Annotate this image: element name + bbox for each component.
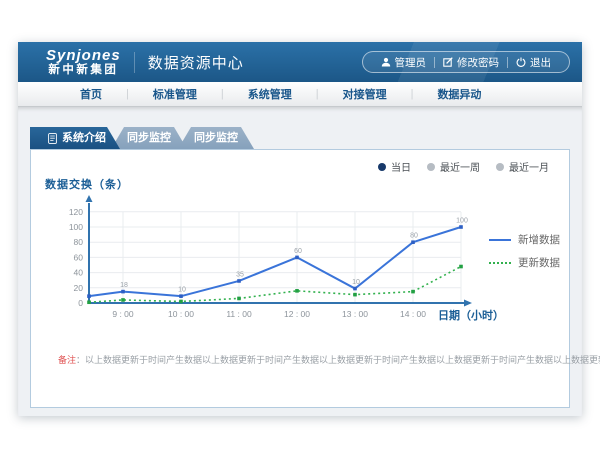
app-window: Synjones 新中新集团 数据资源中心 管理员 修改密码 退出 首页 | 标… — [18, 42, 582, 416]
svg-text:60: 60 — [74, 252, 84, 262]
logout-button[interactable]: 退出 — [508, 55, 559, 70]
tab-system-intro[interactable]: 系统介绍 — [30, 127, 120, 149]
svg-text:120: 120 — [69, 207, 83, 217]
chart-panel: 当日 最近一周 最近一月 数据交换（条） 0204060801001209 : … — [30, 149, 570, 408]
green-dotted-sample — [489, 262, 511, 264]
logo-text-zh: 新中新集团 — [46, 64, 121, 76]
legend-item-updated-data[interactable]: 更新数据 — [489, 255, 560, 270]
tab-sync-monitor-2[interactable]: 同步监控 — [178, 127, 254, 149]
change-password-button[interactable]: 修改密码 — [435, 55, 507, 70]
series-line-新增数据 — [89, 227, 461, 296]
logout-label: 退出 — [530, 55, 551, 70]
range-label: 最近一月 — [509, 159, 549, 174]
svg-text:10: 10 — [352, 279, 360, 286]
synjones-logo: Synjones 新中新集团 — [46, 48, 121, 76]
svg-text:11 : 00: 11 : 00 — [226, 309, 252, 319]
user-menu[interactable]: 管理员 — [373, 55, 435, 70]
nav-item-home[interactable]: 首页 — [56, 86, 126, 102]
blue-line-sample — [489, 239, 511, 241]
radio-icon — [496, 163, 504, 171]
svg-text:13 : 00: 13 : 00 — [342, 309, 368, 319]
svg-text:60: 60 — [294, 248, 302, 255]
radio-icon — [427, 163, 435, 171]
svg-text:40: 40 — [74, 268, 84, 278]
footnote: 备注：以上数据更新于时间产生数据以上数据更新于时间产生数据以上数据更新于时间产生… — [58, 353, 600, 366]
tab-bar: 系统介绍 同步监控 同步监控 — [30, 127, 254, 149]
svg-text:80: 80 — [74, 237, 84, 247]
tab-label: 同步监控 — [194, 127, 238, 149]
change-password-label: 修改密码 — [457, 55, 499, 70]
svg-text:20: 20 — [74, 283, 84, 293]
nav-item-standard-mgmt[interactable]: 标准管理 — [129, 86, 221, 102]
svg-text:0: 0 — [78, 298, 83, 308]
range-label: 当日 — [391, 159, 411, 174]
svg-text:9 : 00: 9 : 00 — [112, 309, 134, 319]
svg-text:100: 100 — [456, 218, 468, 225]
range-option-today[interactable]: 当日 — [378, 159, 411, 174]
legend-label: 更新数据 — [518, 255, 560, 270]
svg-text:12 : 00: 12 : 00 — [284, 309, 310, 319]
nav-item-system-mgmt[interactable]: 系统管理 — [224, 86, 316, 102]
exchange-line-chart: 0 20 40 60 80 100 120 9 : 00 10 : 00 11 : 00 12 : … — [61, 190, 506, 338]
range-option-last-week[interactable]: 最近一周 — [427, 159, 480, 174]
svg-text:10 : 00: 10 : 00 — [168, 309, 194, 319]
svg-text:100: 100 — [69, 222, 83, 232]
user-name: 管理员 — [395, 55, 427, 70]
footnote-text: ：以上数据更新于时间产生数据以上数据更新于时间产生数据以上数据更新于时间产生数据… — [76, 355, 600, 365]
svg-text:80: 80 — [410, 233, 418, 240]
footnote-label: 备注 — [58, 355, 76, 365]
page-title: 数据资源中心 — [134, 52, 244, 73]
nav-item-interface-mgmt[interactable]: 对接管理 — [319, 86, 411, 102]
main-nav: 首页 | 标准管理 | 系统管理 | 对接管理 | 数据异动 — [18, 82, 582, 107]
power-icon — [516, 57, 526, 67]
nav-item-data-change[interactable]: 数据异动 — [413, 86, 505, 102]
app-header: Synjones 新中新集团 数据资源中心 管理员 修改密码 退出 — [18, 42, 582, 82]
tab-label: 同步监控 — [127, 127, 171, 149]
tab-label: 系统介绍 — [62, 127, 106, 149]
series-legend: 新增数据 更新数据 — [489, 232, 560, 278]
edit-icon — [443, 57, 453, 67]
svg-text:35: 35 — [236, 271, 244, 278]
series-line-更新数据 — [89, 267, 461, 303]
svg-text:日期（小时）: 日期（小时） — [438, 308, 504, 322]
svg-text:18: 18 — [120, 282, 128, 289]
document-icon — [48, 133, 57, 144]
svg-text:10: 10 — [178, 287, 186, 294]
svg-text:14 : 00: 14 : 00 — [400, 309, 426, 319]
range-label: 最近一周 — [440, 159, 480, 174]
user-icon — [381, 57, 391, 67]
range-option-last-month[interactable]: 最近一月 — [496, 159, 549, 174]
user-toolbar: 管理员 修改密码 退出 — [362, 51, 571, 73]
tab-sync-monitor-1[interactable]: 同步监控 — [111, 127, 187, 149]
time-range-group: 当日 最近一周 最近一月 — [378, 159, 549, 174]
legend-item-new-data[interactable]: 新增数据 — [489, 232, 560, 247]
legend-label: 新增数据 — [518, 232, 560, 247]
logo-text-en: Synjones — [46, 48, 121, 64]
content-area: 系统介绍 同步监控 同步监控 当日 最近一周 — [18, 107, 582, 416]
radio-selected-icon — [378, 163, 386, 171]
